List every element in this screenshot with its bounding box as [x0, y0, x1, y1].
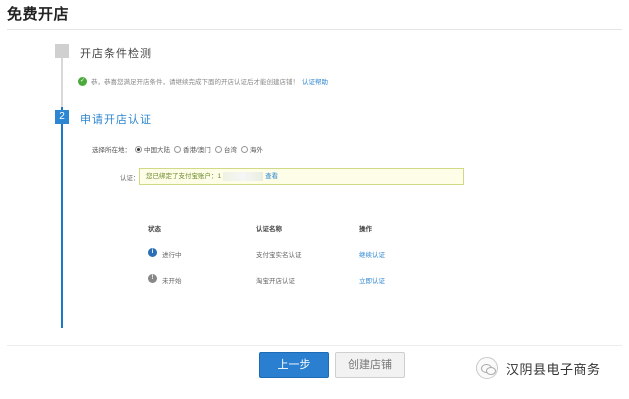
row2-name: 淘宝开店认证 [256, 278, 295, 285]
region-selector: 选择所在地： 中国大陆 香港/澳门 台湾 海外 [92, 144, 267, 154]
row2-status: 未开始 [162, 278, 182, 285]
radio-taiwan-label[interactable]: 台湾 [224, 144, 237, 154]
check-circle-icon: ✓ [78, 76, 87, 86]
redacted-account [223, 171, 264, 181]
auth-message: 您已绑定了支付宝账户：1 [146, 173, 222, 180]
row1-name: 支付宝实名认证 [256, 252, 302, 259]
auth-view-link[interactable]: 查看 [265, 173, 278, 180]
continue-auth-link[interactable]: 继续认证 [359, 249, 385, 259]
create-store-button[interactable]: 创建店铺 [335, 352, 405, 378]
start-auth-link[interactable]: 立即认证 [359, 275, 385, 285]
info-icon: i [148, 248, 157, 257]
table-header-status: 状态 [148, 226, 161, 233]
table-header-name: 认证名称 [256, 226, 282, 233]
pending-icon: ! [148, 274, 157, 283]
radio-hk-macau[interactable] [174, 145, 181, 153]
step2-title: 申请开店认证 [80, 114, 152, 126]
radio-mainland[interactable] [135, 145, 142, 153]
radio-taiwan[interactable] [214, 145, 222, 153]
step2-marker: 2 [55, 110, 69, 124]
row1-status: 进行中 [162, 252, 182, 259]
wechat-icon [476, 357, 498, 379]
condition-check-notice: ✓ 恭，恭喜您满足开店条件，请继续完成下面的开店认证后才能创建店铺！ 认证帮助 [78, 76, 328, 86]
watermark-text: 汉阴县电子商务 [506, 361, 601, 377]
auth-label: 认证： [120, 175, 140, 182]
radio-hk-macau-label[interactable]: 香港/澳门 [183, 144, 211, 154]
table-header-action: 操作 [359, 226, 372, 233]
step1-title: 开店条件检测 [80, 48, 152, 60]
page-title: 免费开店 [7, 6, 70, 23]
radio-mainland-label[interactable]: 中国大陆 [144, 144, 170, 154]
watermark: 汉阴县电子商务 [476, 357, 601, 379]
footer-divider [7, 345, 622, 346]
title-divider [7, 29, 622, 30]
radio-overseas[interactable] [240, 145, 248, 153]
radio-overseas-label[interactable]: 海外 [250, 144, 263, 154]
progress-timeline-done [61, 52, 63, 107]
prev-step-button[interactable]: 上一步 [259, 352, 329, 378]
auth-help-link[interactable]: 认证帮助 [302, 76, 328, 86]
condition-check-text: 恭，恭喜您满足开店条件，请继续完成下面的开店认证后才能创建店铺！ [91, 79, 299, 86]
region-label: 选择所在地： [92, 147, 131, 154]
step1-marker [55, 44, 69, 58]
auth-notice-box: 您已绑定了支付宝账户：1 查看 [139, 168, 464, 185]
